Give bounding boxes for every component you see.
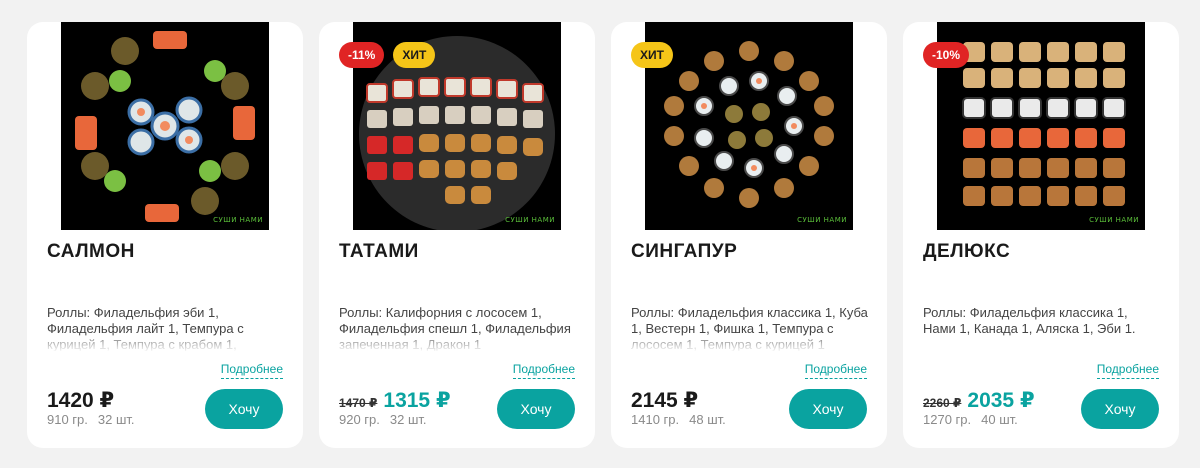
discount-badge: -10% (923, 42, 970, 68)
price-row: 2260 ₽ 2035 ₽ (923, 388, 1035, 413)
sushi-set-image (75, 31, 255, 222)
price-row: 2145 ₽ (631, 388, 698, 413)
product-card[interactable]: ХИТ СУШИ НАМИ СИНГАПУР Роллы: Филадельфи… (611, 22, 887, 448)
brand-logo: СУШИ НАМИ (505, 216, 555, 224)
product-description: Роллы: Филадельфия классика 1, Нами 1, К… (923, 305, 1161, 351)
want-button[interactable]: Хочу (497, 389, 575, 429)
product-pieces: 32 шт. (389, 412, 427, 427)
brand-logo: СУШИ НАМИ (797, 216, 847, 224)
discount-badge: -11% (339, 42, 385, 68)
product-card[interactable]: -11% ХИТ СУШИ НАМИ ТАТАМИ Роллы: Калифор… (319, 22, 595, 448)
want-button[interactable]: Хочу (789, 389, 867, 429)
product-meta: 920 гр. 32 шт. (339, 412, 427, 427)
product-weight: 920 гр. (339, 412, 380, 427)
more-link[interactable]: Подробнее (804, 362, 867, 379)
hit-badge: ХИТ (631, 42, 673, 68)
more-link[interactable]: Подробнее (1096, 362, 1159, 379)
product-title: САЛМОН (47, 241, 135, 262)
product-title: ДЕЛЮКС (923, 241, 1011, 262)
badges: ХИТ (631, 42, 673, 68)
product-price: 1420 ₽ (47, 389, 115, 412)
product-title: ТАТАМИ (339, 241, 419, 262)
old-price: 2260 ₽ (923, 396, 962, 410)
product-price: 2035 ₽ (967, 389, 1035, 412)
product-grid: СУШИ НАМИ САЛМОН Роллы: Филадельфия эби … (27, 22, 1179, 448)
more-link[interactable]: Подробнее (220, 362, 283, 379)
product-weight: 1410 гр. (631, 412, 680, 427)
product-photo[interactable]: СУШИ НАМИ (61, 22, 269, 230)
want-button[interactable]: Хочу (205, 389, 283, 429)
badges: -11% ХИТ (339, 42, 436, 68)
product-meta: 1410 гр. 48 шт. (631, 412, 726, 427)
product-photo[interactable]: СУШИ НАМИ (645, 22, 853, 230)
product-description: Роллы: Филадельфия эби 1, Филадельфия ла… (47, 305, 285, 351)
sushi-set-image (664, 41, 834, 208)
product-price: 1315 ₽ (383, 389, 451, 412)
product-description: Роллы: Калифорния с лососем 1, Филадельф… (339, 305, 577, 351)
product-title: СИНГАПУР (631, 241, 738, 262)
badges: -10% (923, 42, 970, 68)
product-description: Роллы: Филадельфия классика 1, Куба 1, В… (631, 305, 869, 351)
price-row: 1470 ₽ 1315 ₽ (339, 388, 451, 413)
product-pieces: 40 шт. (981, 412, 1018, 427)
old-price: 1470 ₽ (339, 396, 378, 410)
product-pieces: 48 шт. (689, 412, 726, 427)
brand-logo: СУШИ НАМИ (1089, 216, 1139, 224)
product-card[interactable]: СУШИ НАМИ САЛМОН Роллы: Филадельфия эби … (27, 22, 303, 448)
product-price: 2145 ₽ (631, 389, 699, 412)
product-card[interactable]: -10% СУШИ НАМИ ДЕЛЮКС Роллы: Филадельфия… (903, 22, 1179, 448)
brand-logo: СУШИ НАМИ (213, 216, 263, 224)
product-meta: 1270 гр. 40 шт. (923, 412, 1018, 427)
want-button[interactable]: Хочу (1081, 389, 1159, 429)
hit-badge: ХИТ (393, 42, 436, 68)
product-weight: 910 гр. (47, 412, 88, 427)
product-weight: 1270 гр. (923, 412, 972, 427)
product-meta: 910 гр. 32 шт. (47, 412, 135, 427)
price-row: 1420 ₽ (47, 388, 114, 413)
more-link[interactable]: Подробнее (512, 362, 575, 379)
product-pieces: 32 шт. (97, 412, 135, 427)
